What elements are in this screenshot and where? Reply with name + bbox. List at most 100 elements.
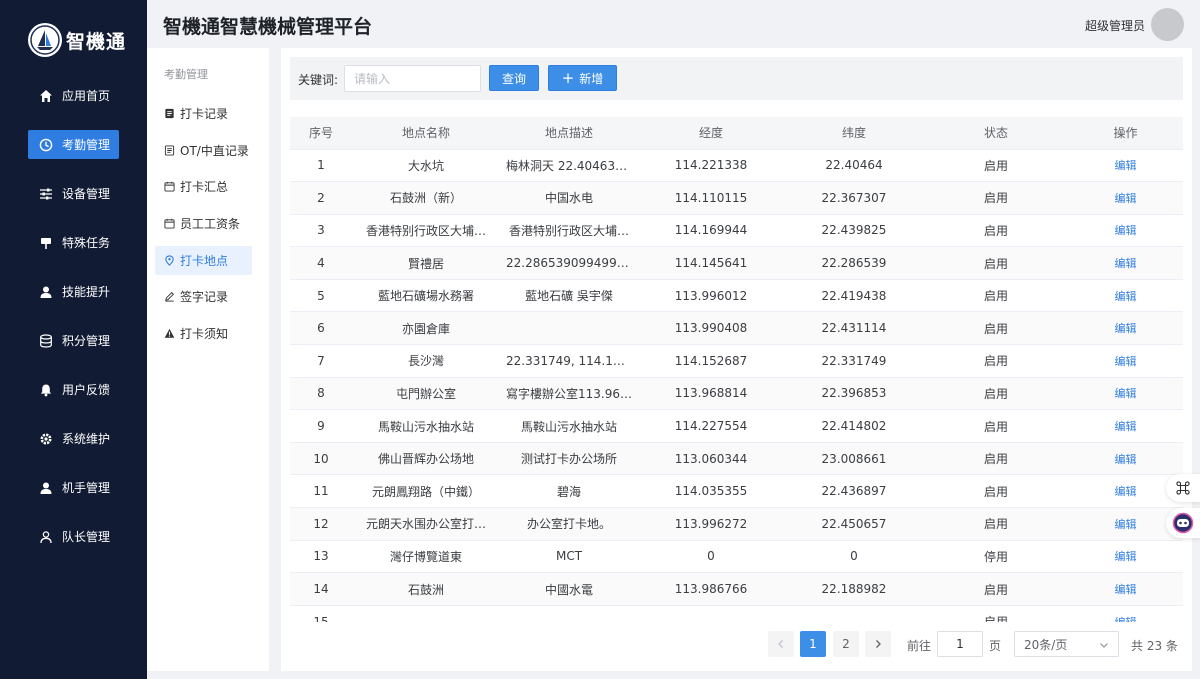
nav-item-special-tasks[interactable]: 特殊任务 bbox=[28, 228, 119, 257]
database-icon bbox=[39, 333, 53, 348]
submenu-item-payslips[interactable]: 员工工资条 bbox=[155, 209, 252, 238]
table-cell-actions: 编辑 bbox=[1068, 605, 1183, 622]
sidebar: 智機通 应用首页 考勤管理 设备管理 特殊任务 技能提升 积分管理 用户反馈 系… bbox=[0, 0, 147, 679]
calendar-icon bbox=[163, 181, 175, 193]
goto-page-input[interactable] bbox=[937, 631, 983, 657]
submenu-item-label: 打卡记录 bbox=[180, 107, 229, 121]
query-button[interactable]: 查询 bbox=[489, 65, 539, 91]
nav-item-operators[interactable]: 机手管理 bbox=[28, 473, 119, 502]
nav-item-feedback[interactable]: 用户反馈 bbox=[28, 375, 119, 404]
submenu-item-checkin-notice[interactable]: 打卡须知 bbox=[155, 319, 252, 348]
nav-item-devices[interactable]: 设备管理 bbox=[28, 179, 119, 208]
table-cell: 石鼓洲 bbox=[352, 572, 500, 606]
table-cell bbox=[500, 311, 638, 346]
nav-item-attendance[interactable]: 考勤管理 bbox=[28, 130, 119, 159]
edit-link[interactable]: 编辑 bbox=[1115, 485, 1137, 498]
edit-link[interactable]: 编辑 bbox=[1115, 550, 1137, 563]
edit-link[interactable]: 编辑 bbox=[1115, 453, 1137, 466]
page-size-select[interactable]: 20条/页 bbox=[1014, 631, 1119, 657]
edit-link[interactable]: 编辑 bbox=[1115, 355, 1137, 368]
edit-link[interactable]: 编辑 bbox=[1115, 257, 1137, 270]
document-icon bbox=[163, 144, 175, 156]
submenu-item-checkin-locations[interactable]: 打卡地点 bbox=[155, 245, 252, 275]
table-cell: 22.188982 bbox=[784, 572, 924, 606]
nav-item-label: 技能提升 bbox=[62, 285, 111, 299]
table-cell: 办公室打卡地。 bbox=[500, 507, 638, 541]
table-cell: 碧海 bbox=[500, 474, 638, 509]
table-cell: 113.986766 bbox=[638, 572, 784, 606]
table-cell: 大水坑 bbox=[352, 149, 500, 183]
table-cell: 9 bbox=[290, 409, 352, 443]
edit-link[interactable]: 编辑 bbox=[1115, 518, 1137, 531]
edit-link[interactable]: 编辑 bbox=[1115, 420, 1137, 433]
table-row[interactable]: 15…………启用编辑 bbox=[290, 605, 1183, 622]
table-cell: 113.996272 bbox=[638, 507, 784, 541]
shortcut-widget[interactable] bbox=[1166, 474, 1200, 502]
add-button[interactable]: + 新增 bbox=[548, 65, 617, 91]
submenu-item-checkin-records[interactable]: 打卡记录 bbox=[155, 99, 252, 128]
submenu-item-signature-records[interactable]: 签字记录 bbox=[155, 282, 252, 311]
prev-page-button[interactable] bbox=[768, 631, 794, 657]
table-row[interactable]: 8 屯門辦公室 寫字樓辦公室113.968… 113.968814 22.396853 启… bbox=[290, 377, 1183, 411]
add-button-label: 新增 bbox=[579, 71, 604, 86]
table-row[interactable]: 2 石鼓洲（新） 中国水电 114.110115 22.367307 启用 编辑 bbox=[290, 181, 1183, 215]
table-cell: … bbox=[638, 605, 784, 622]
column-header: 操作 bbox=[1068, 117, 1183, 150]
user-name[interactable]: 超级管理员 bbox=[1085, 17, 1145, 34]
nav-item-home[interactable]: 应用首页 bbox=[28, 81, 119, 110]
table-cell-actions: 编辑 bbox=[1068, 572, 1183, 606]
page-unit-label: 页 bbox=[989, 639, 1002, 653]
table-row[interactable]: 4 賢禮居 22.2865390994999… 114.145641 22.286539… bbox=[290, 246, 1183, 280]
edit-link[interactable]: 编辑 bbox=[1115, 290, 1137, 303]
table-row[interactable]: 6 亦園倉庫 113.990408 22.431114 启用 编辑 bbox=[290, 311, 1183, 346]
table-row[interactable]: 11 元朗鳳翔路（中鐵） 碧海 114.035355 22.436897 启用 编辑 bbox=[290, 474, 1183, 509]
nav-item-skills[interactable]: 技能提升 bbox=[28, 277, 119, 306]
table-row[interactable]: 13 灣仔博覽道東 MCT 0 0 停用 编辑 bbox=[290, 540, 1183, 574]
table-cell: 22.367307 bbox=[784, 181, 924, 215]
table-cell: 启用 bbox=[924, 279, 1068, 313]
user-icon bbox=[39, 481, 53, 495]
submenu-item-checkin-summary[interactable]: 打卡汇总 bbox=[155, 172, 252, 201]
table-row[interactable]: 3 香港特别行政区大埔… 香港特别行政区大埔… 114.169944 22.439825… bbox=[290, 214, 1183, 248]
assistant-widget[interactable] bbox=[1166, 508, 1200, 538]
edit-link[interactable]: 编辑 bbox=[1115, 583, 1137, 596]
page-2-button[interactable]: 2 bbox=[833, 631, 859, 657]
table-row[interactable]: 7 長沙灣 22.331749, 114.152687 114.152687 22.33… bbox=[290, 344, 1183, 378]
table-cell: 启用 bbox=[924, 344, 1068, 378]
chevron-down-icon bbox=[1100, 643, 1108, 648]
edit-link[interactable]: 编辑 bbox=[1115, 224, 1137, 237]
avatar[interactable] bbox=[1151, 8, 1184, 41]
table-cell-actions: 编辑 bbox=[1068, 149, 1183, 183]
next-page-button[interactable] bbox=[865, 631, 891, 657]
table-row[interactable]: 12 元朗天水围办公室打… 办公室打卡地。 113.996272 22.450657 启用… bbox=[290, 507, 1183, 541]
table-row[interactable]: 10 佛山晋辉办公场地 测试打卡办公场所 113.060344 23.008661 启用 编… bbox=[290, 442, 1183, 476]
table-row[interactable]: 9 馬鞍山污水抽水站 馬鞍山污水抽水站 114.227554 22.414802 启用 编辑 bbox=[290, 409, 1183, 443]
nav-item-captains[interactable]: 队长管理 bbox=[28, 522, 119, 551]
table-row[interactable]: 14 石鼓洲 中國水電 113.986766 22.188982 启用 编辑 bbox=[290, 572, 1183, 606]
submenu-item-ot-records[interactable]: OT/中直记录 bbox=[155, 136, 252, 165]
locations-table[interactable]: 序号 地点名称 地点描述 经度 纬度 状态 操作 1 大水坑 梅林洞天 22.404639… 11… bbox=[290, 117, 1183, 622]
submenu-list: 打卡记录 OT/中直记录 打卡汇总 员工工资条 打卡地点 签字记录 打卡须知 bbox=[155, 99, 252, 356]
edit-link[interactable]: 编辑 bbox=[1115, 159, 1137, 172]
goto-label: 前往 bbox=[907, 639, 932, 653]
nav-item-system[interactable]: 系统维护 bbox=[28, 424, 119, 453]
page-1-button[interactable]: 1 bbox=[800, 631, 826, 657]
table-cell: 藍地石礦 吳宇傑 bbox=[500, 279, 638, 313]
table-cell: 14 bbox=[290, 572, 352, 606]
table-cell: 22.396853 bbox=[784, 377, 924, 411]
edit-link[interactable]: 编辑 bbox=[1115, 616, 1137, 622]
table-cell: 香港特别行政区大埔… bbox=[352, 214, 500, 248]
table-cell: 元朗鳳翔路（中鐵） bbox=[352, 474, 500, 509]
table-cell: 5 bbox=[290, 279, 352, 313]
edit-link[interactable]: 编辑 bbox=[1115, 192, 1137, 205]
edit-link[interactable]: 编辑 bbox=[1115, 387, 1137, 400]
logo[interactable]: 智機通 bbox=[28, 23, 126, 57]
table-row[interactable]: 1 大水坑 梅林洞天 22.404639… 114.221338 22.40464 启用 编… bbox=[290, 149, 1183, 183]
table-cell: 启用 bbox=[924, 311, 1068, 346]
table-body: 1 大水坑 梅林洞天 22.404639… 114.221338 22.40464 启用编… bbox=[290, 149, 1183, 622]
edit-link[interactable]: 编辑 bbox=[1115, 322, 1137, 335]
table-row[interactable]: 5 藍地石礦場水務署 藍地石礦 吳宇傑 113.996012 22.419438 启用 编辑 bbox=[290, 279, 1183, 313]
nav-item-points[interactable]: 积分管理 bbox=[28, 326, 119, 355]
keyword-input[interactable] bbox=[344, 65, 481, 92]
nav-item-label: 特殊任务 bbox=[62, 236, 111, 250]
